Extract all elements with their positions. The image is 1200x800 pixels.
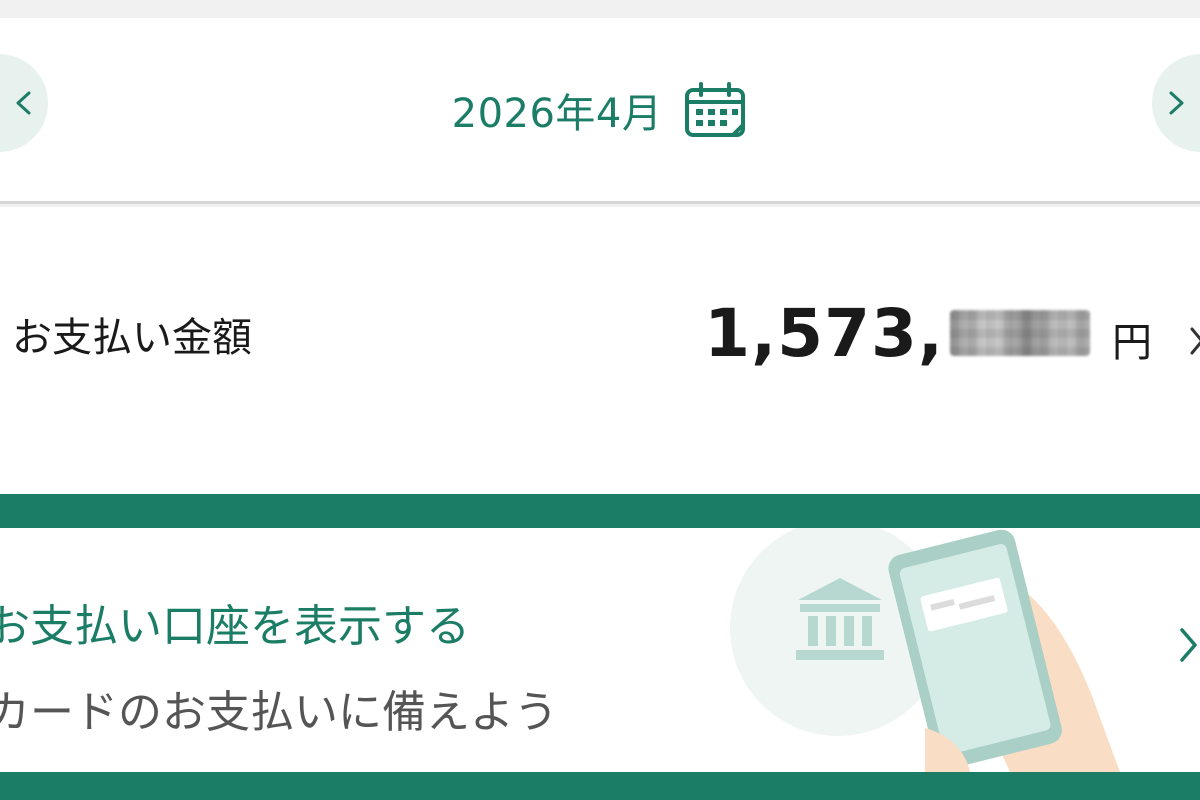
amount-number: 1,573, [704,295,944,372]
chevron-right-icon [1180,628,1197,662]
currency-unit: 円 [1112,320,1152,366]
section-divider [0,494,1200,528]
month-label: 2026年4月 [451,91,663,137]
chevron-right-icon [1169,91,1184,115]
promo-subtitle: カードのお支払いに備えよう [0,687,558,738]
promo-illustration [730,528,1120,772]
payment-screen: 2026年4月 お支払い金額 1,573, 円 お支払い口座を表示する カードの… [0,0,1200,800]
month-header: 2026年4月 [0,18,1200,204]
payment-amount-label: お支払い金額 [12,315,252,361]
calendar-icon[interactable] [684,81,748,139]
section-divider [0,772,1200,800]
smartphone-icon [888,529,1062,769]
chevron-right-icon [1190,327,1200,355]
promo-title: お支払い口座を表示する [0,601,470,652]
payment-amount-row[interactable]: お支払い金額 1,573, 円 [0,207,1200,494]
payment-amount-value: 1,573, 円 [704,295,1152,372]
amount-masked-digits [950,310,1090,356]
show-payment-account-card[interactable]: お支払い口座を表示する カードのお支払いに備えよう [0,528,1200,772]
month-selector[interactable]: 2026年4月 [0,80,1200,140]
